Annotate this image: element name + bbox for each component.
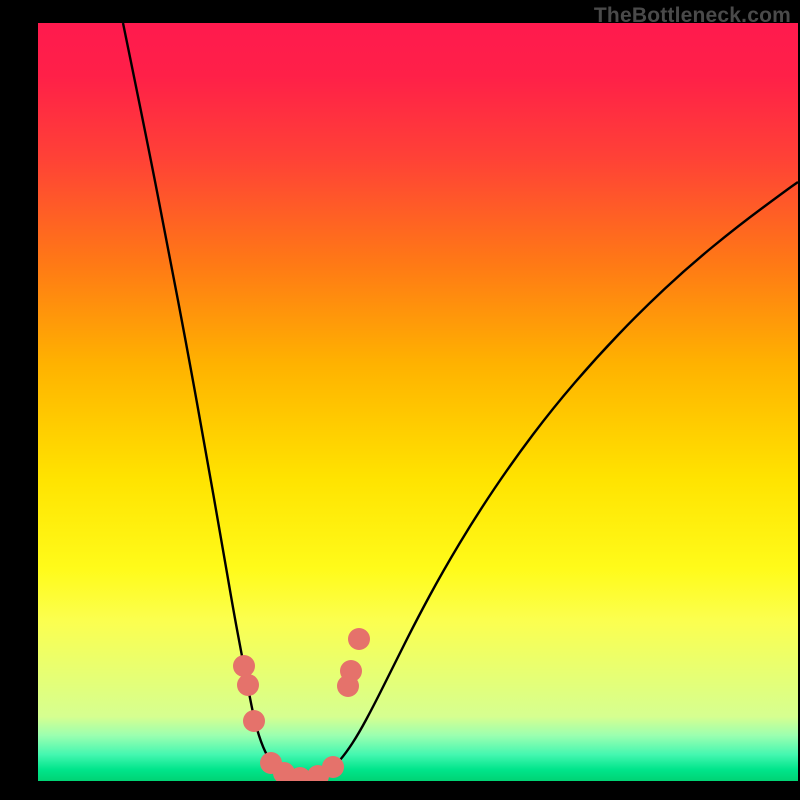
bead-marker [243,710,265,732]
bead-marker [233,655,255,677]
plot-area [38,23,798,781]
bead-group [233,628,370,781]
bottleneck-curve [123,23,798,779]
plot-svg [38,23,798,781]
chart-frame [0,0,800,800]
watermark: TheBottleneck.com [594,4,791,28]
bead-marker [348,628,370,650]
bead-marker [340,660,362,682]
bead-marker [237,674,259,696]
bead-marker [322,756,344,778]
